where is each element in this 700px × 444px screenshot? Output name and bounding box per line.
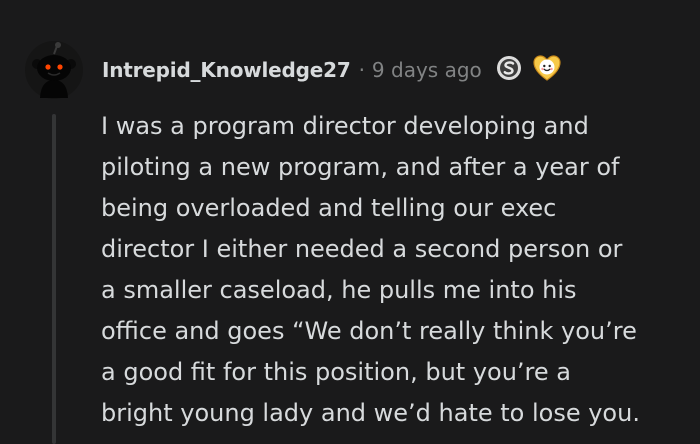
- comment-author[interactable]: Intrepid_Knowledge27: [102, 58, 351, 82]
- comment-body-line: office and goes “We don’t really think y…: [101, 317, 637, 345]
- comment-body-line: being overloaded and telling our exec: [101, 194, 557, 222]
- comment-meta: Intrepid_Knowledge27 · 9 days ago: [102, 53, 562, 87]
- comment-body-line: director I either needed a second person…: [101, 235, 623, 263]
- comment-body-line: I was a program director developing and: [101, 112, 589, 140]
- comment-body-line: piloting a new program, and after a year…: [101, 153, 620, 181]
- comment-body-line: bright young lady and we’d hate to lose …: [101, 399, 640, 427]
- thread-collapse-line[interactable]: [52, 114, 56, 444]
- silver-award-icon[interactable]: [496, 55, 522, 85]
- wholesome-award-icon[interactable]: [532, 54, 562, 86]
- avatar[interactable]: [24, 40, 84, 100]
- comment-timestamp[interactable]: 9 days ago: [372, 58, 482, 82]
- snoo-avatar-icon: [25, 41, 83, 99]
- comment-body-line: a good fit for this position, but you’re…: [101, 358, 571, 386]
- comment-body-line: a smaller caseload, he pulls me into his: [101, 276, 577, 304]
- meta-separator: ·: [358, 58, 365, 82]
- comment-body: I was a program director developing and …: [101, 106, 691, 434]
